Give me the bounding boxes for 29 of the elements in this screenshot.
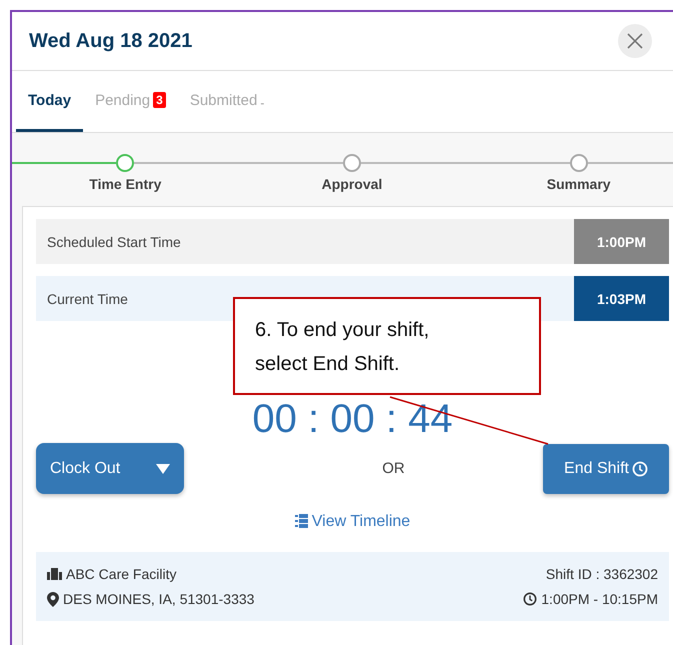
building-icon — [47, 568, 62, 580]
step-label: Summary — [546, 176, 611, 192]
tab[interactable]: Pending 3 — [83, 71, 178, 132]
step-label: Time Entry — [89, 176, 162, 192]
count-placeholder: - — [260, 96, 264, 110]
clock-out-button[interactable]: Clock Out — [36, 443, 184, 494]
dialog-title: Wed Aug 18 2021 — [29, 30, 192, 52]
tab[interactable]: Submitted - — [178, 71, 276, 132]
time-label: Scheduled Start Time — [36, 219, 574, 264]
close-button[interactable] — [618, 24, 652, 58]
or-separator: OR — [382, 460, 405, 477]
time-value: 1:03PM — [574, 276, 669, 321]
timeline-icon — [294, 514, 308, 530]
location-pin-icon — [47, 592, 59, 606]
clock-icon — [523, 592, 538, 606]
end-shift-button[interactable]: End Shift — [543, 444, 669, 494]
shift-id: Shift ID : 3362302 — [546, 566, 658, 582]
count-badge: 3 — [153, 92, 166, 108]
caret-icon — [156, 464, 170, 474]
time-value: 1:00PM — [574, 219, 669, 264]
step-label: Approval — [322, 176, 382, 192]
instruction-callout: 6. To end your shift, select End Shift. — [233, 297, 541, 395]
elapsed-timer: 00 : 00 : 44 — [252, 399, 453, 439]
clock-icon — [632, 460, 648, 476]
facility-address: DES MOINES, IA, 51301-3333 — [63, 591, 254, 607]
facility-name: ABC Care Facility — [66, 566, 176, 582]
close-icon — [627, 33, 643, 49]
view-timeline-link[interactable]: View Timeline — [288, 512, 416, 532]
shift-hours: 1:00PM - 10:15PM — [541, 591, 658, 607]
